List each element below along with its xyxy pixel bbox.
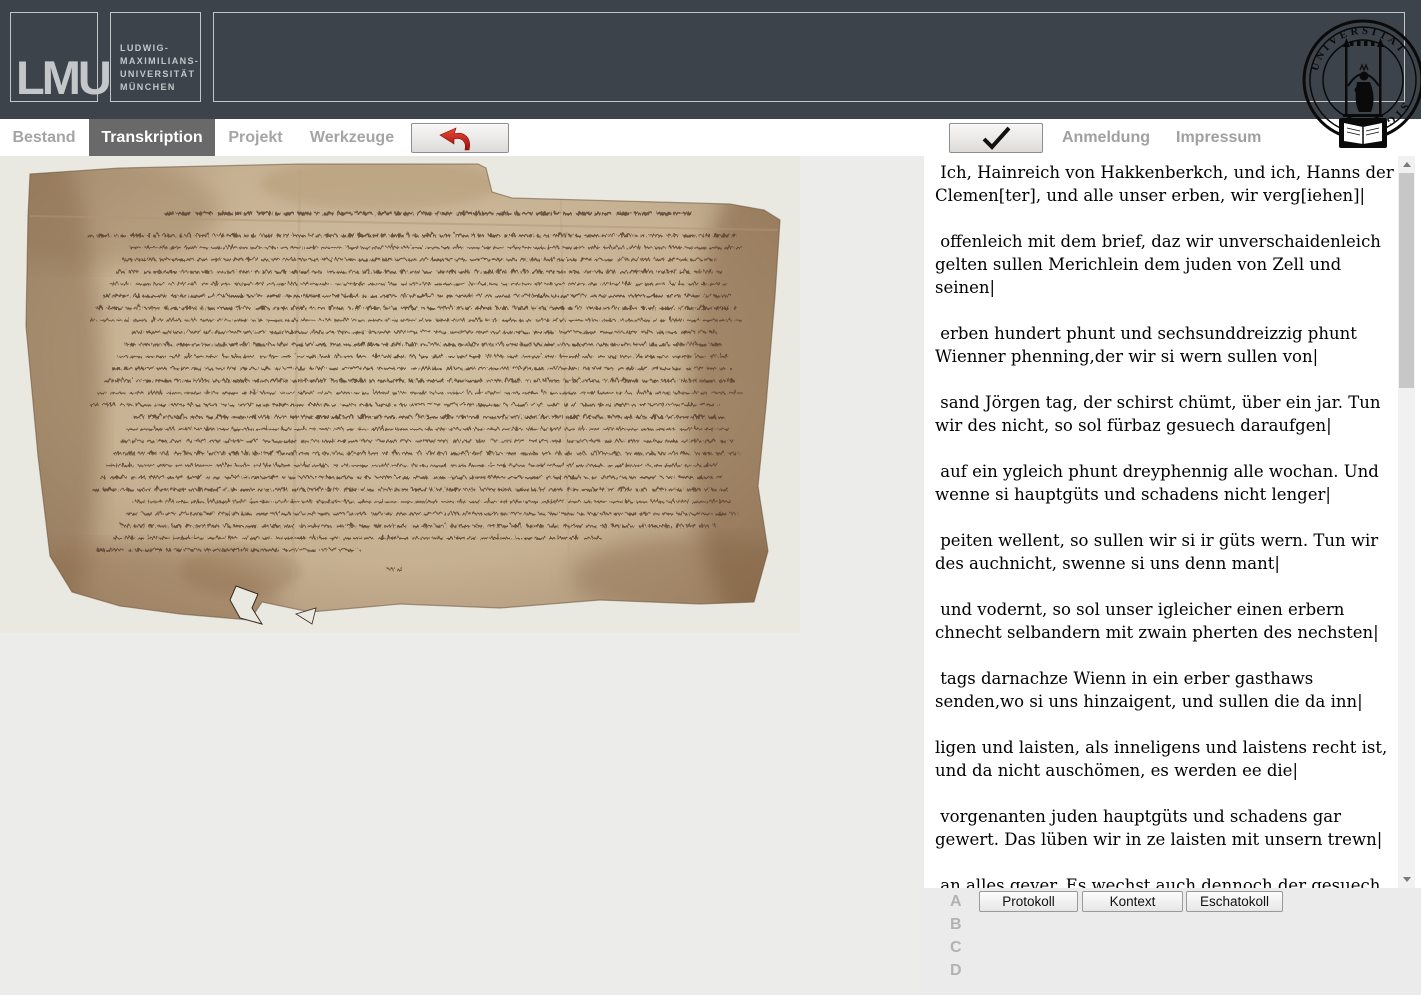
kontext-button[interactable]: Kontext (1082, 891, 1183, 912)
transcription-text: Ich, Hainreich von Hakkenberkch, und ich… (935, 161, 1399, 888)
header-banner-box (213, 12, 1405, 102)
university-wordmark-box: LUDWIG- MAXIMILIANS- UNIVERSITÄT MÜNCHEN (110, 12, 201, 102)
eschatokoll-button[interactable]: Eschatokoll (1186, 891, 1283, 912)
lmu-logo-box: LMU (10, 12, 98, 102)
section-letter-c[interactable]: C (950, 939, 970, 959)
section-letter-b[interactable]: B (950, 916, 970, 936)
transcription-paragraph: peiten wellent, so sullen wir si ir güts… (935, 529, 1399, 575)
tab-bestand[interactable]: Bestand (11, 119, 77, 156)
header-bar: LMU LUDWIG- MAXIMILIANS- UNIVERSITÄT MÜN… (0, 0, 1421, 119)
seal-ring-text-top: UNIVERSITAT (1310, 26, 1409, 72)
transcription-paragraph: auf ein ygleich phunt dreyphennig alle w… (935, 460, 1399, 506)
university-seal: UNIVERSITAT SIGILL (1297, 0, 1421, 162)
section-letter-a[interactable]: A (950, 893, 970, 913)
transcription-panel: Ich, Hainreich von Hakkenberkch, und ich… (924, 156, 1421, 888)
seal-open-book (1339, 118, 1387, 148)
arrow-up-icon (1403, 162, 1411, 167)
nav-bar: Bestand Transkription Projekt Werkzeuge … (0, 119, 1421, 156)
transcription-paragraph: tags darnachze Wienn in ein erber gastha… (935, 667, 1399, 713)
manuscript-scan[interactable] (0, 156, 800, 633)
protokoll-button[interactable]: Protokoll (979, 891, 1078, 912)
tab-werkzeuge[interactable]: Werkzeuge (308, 119, 396, 156)
section-panel: A B C D Protokoll Kontext Eschatokoll (920, 888, 1421, 995)
seal-madonna-emblem (1343, 38, 1384, 117)
transcription-paragraph: an alles gever. Es wechst auch dennoch d… (935, 874, 1399, 888)
transcription-paragraph: ligen und laisten, als inneligens und la… (935, 736, 1399, 782)
transcription-paragraph: vorgenanten juden hauptgüts und schadens… (935, 805, 1399, 851)
transcription-paragraph: erben hundert phunt und sechsunddreizzig… (935, 322, 1399, 368)
undo-icon (430, 124, 490, 152)
university-wordmark: LUDWIG- MAXIMILIANS- UNIVERSITÄT MÜNCHEN (120, 42, 199, 94)
scrollbar-thumb[interactable] (1399, 173, 1414, 388)
transcription-paragraph: Ich, Hainreich von Hakkenberkch, und ich… (935, 161, 1399, 207)
scrollbar[interactable] (1398, 156, 1415, 888)
parchment (0, 156, 800, 633)
transcription-paragraph: sand Jörgen tag, der schirst chümt, über… (935, 391, 1399, 437)
scrollbar-down-button[interactable] (1398, 871, 1415, 888)
undo-button[interactable] (411, 123, 509, 153)
arrow-down-icon (1403, 877, 1411, 882)
lmu-logo: LMU (16, 54, 109, 101)
tab-transkription[interactable]: Transkription (89, 119, 215, 156)
confirm-button[interactable] (949, 123, 1043, 153)
transcription-paragraph: und vodernt, so sol unser igleicher eine… (935, 598, 1399, 644)
link-anmeldung[interactable]: Anmeldung (1062, 119, 1150, 156)
section-letter-d[interactable]: D (950, 962, 970, 982)
link-impressum[interactable]: Impressum (1176, 119, 1261, 156)
tab-projekt[interactable]: Projekt (227, 119, 284, 156)
transcription-paragraph: offenleich mit dem brief, daz wir unvers… (935, 230, 1399, 299)
checkmark-icon (976, 125, 1016, 151)
